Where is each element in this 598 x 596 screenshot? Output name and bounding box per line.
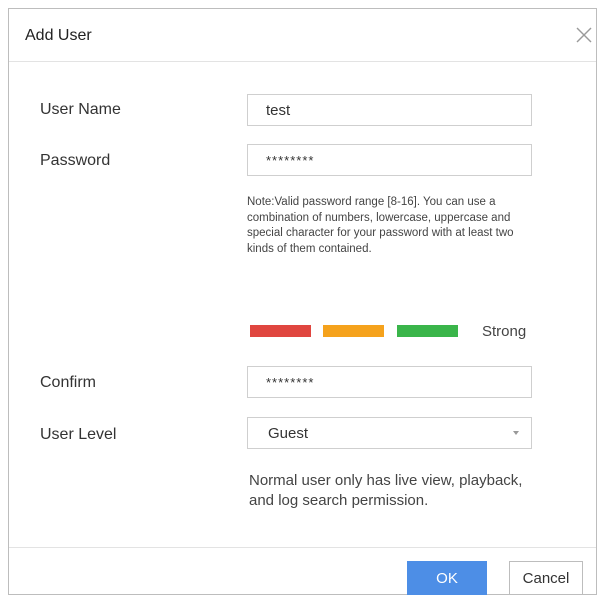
dialog-title: Add User <box>25 27 92 44</box>
username-label: User Name <box>40 101 121 118</box>
cancel-button[interactable]: Cancel <box>509 561 583 595</box>
strength-bar-medium <box>323 325 384 337</box>
close-icon[interactable] <box>574 25 594 45</box>
user-level-description: Normal user only has live view, playback… <box>249 472 523 509</box>
dialog-titlebar: Add User <box>9 9 596 62</box>
ok-button[interactable]: OK <box>407 561 487 595</box>
dialog-footer-divider <box>9 547 596 548</box>
chevron-down-icon <box>513 431 519 435</box>
password-note: Note:Valid password range [8-16]. You ca… <box>247 196 514 255</box>
user-level-label: User Level <box>40 426 117 443</box>
password-label: Password <box>40 152 111 169</box>
strength-bar-strong <box>397 325 458 337</box>
add-user-dialog: Add User User Name Password Note:Valid p… <box>8 8 597 595</box>
confirm-label: Confirm <box>40 374 97 391</box>
password-input[interactable] <box>247 144 532 176</box>
strength-label: Strong <box>482 323 527 340</box>
user-level-select[interactable]: Guest <box>247 417 532 449</box>
username-input[interactable] <box>247 94 532 126</box>
strength-bar-weak <box>250 325 311 337</box>
user-level-value: Guest <box>268 425 309 442</box>
confirm-password-input[interactable] <box>247 366 532 398</box>
